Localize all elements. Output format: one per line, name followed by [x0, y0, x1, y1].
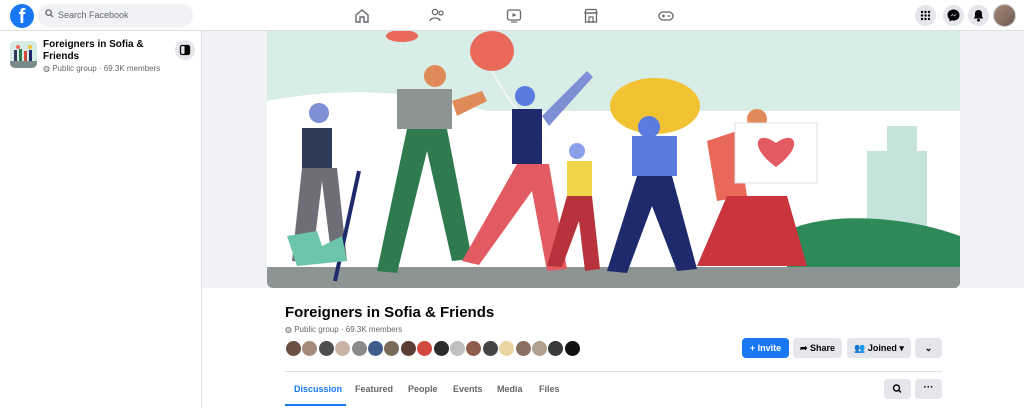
member-avatar[interactable] — [367, 340, 384, 357]
left-sidebar: Foreigners in Sofia & Friends ◍ Public g… — [0, 31, 202, 408]
joined-button[interactable]: 👥 Joined ▾ — [847, 338, 911, 358]
member-avatar[interactable] — [285, 340, 302, 357]
group-thumbnail-illustration — [10, 41, 37, 68]
notifications-button[interactable] — [968, 5, 989, 26]
member-avatar[interactable] — [399, 340, 417, 357]
member-avatar[interactable] — [317, 340, 335, 357]
panel-toggle-icon — [179, 44, 191, 56]
top-navigation-bar: f Search Facebook — [0, 0, 1024, 31]
tab-discussion[interactable]: Discussion — [294, 384, 342, 394]
share-button[interactable]: ➦ Share — [793, 338, 842, 358]
active-tab-indicator — [285, 404, 346, 406]
tab-files[interactable]: Files — [539, 384, 560, 394]
search-input[interactable]: Search Facebook — [38, 4, 193, 27]
menu-grid-button[interactable] — [915, 5, 936, 26]
marketplace-icon[interactable] — [583, 8, 599, 23]
member-avatar[interactable] — [531, 340, 548, 357]
home-icon[interactable] — [354, 8, 370, 23]
sidebar-group-meta-text: Public group · 69.3K members — [52, 64, 161, 73]
sidebar-collapse-button[interactable] — [175, 40, 195, 60]
member-avatar[interactable] — [514, 340, 532, 357]
search-icon — [45, 9, 54, 18]
member-avatar[interactable] — [481, 340, 499, 357]
messenger-button[interactable] — [943, 5, 964, 26]
joined-label: Joined — [867, 343, 897, 353]
member-avatar[interactable] — [449, 340, 466, 357]
menu-grid-icon — [920, 10, 931, 21]
account-avatar[interactable] — [993, 4, 1016, 27]
tab-people[interactable]: People — [408, 384, 438, 394]
globe-icon: ◍ — [285, 325, 292, 334]
facebook-logo[interactable]: f — [10, 4, 34, 28]
member-avatar[interactable] — [563, 340, 581, 357]
tabs-divider — [285, 371, 942, 372]
tab-media[interactable]: Media — [497, 384, 523, 394]
watch-icon[interactable] — [506, 8, 522, 23]
invite-button[interactable]: + Invite — [742, 338, 789, 358]
group-meta: ◍ Public group · 69.3K members — [285, 325, 402, 334]
group-meta-text: Public group · 69.3K members — [294, 325, 403, 334]
tab-featured[interactable]: Featured — [355, 384, 393, 394]
more-options-button[interactable]: ⌄ — [915, 338, 942, 358]
tab-events[interactable]: Events — [453, 384, 483, 394]
gaming-icon[interactable] — [658, 8, 674, 23]
search-icon — [892, 384, 902, 393]
share-label: Share — [810, 343, 836, 353]
search-placeholder: Search Facebook — [58, 10, 129, 20]
group-search-button[interactable] — [884, 379, 911, 399]
cover-illustration — [267, 31, 960, 288]
friends-icon[interactable] — [429, 8, 445, 23]
group-title: Foreigners in Sofia & Friends — [285, 304, 495, 321]
member-avatar[interactable] — [432, 340, 450, 357]
share-icon: ➦ — [799, 343, 808, 353]
group-thumbnail[interactable] — [10, 41, 37, 68]
tab-more-button[interactable]: ··· — [915, 379, 942, 399]
notifications-icon — [973, 10, 984, 22]
globe-icon: ◍ — [43, 64, 50, 73]
sidebar-group-meta: ◍ Public group · 69.3K members — [43, 64, 160, 73]
group-cover-photo[interactable] — [267, 31, 960, 288]
caret-down-icon: ▾ — [899, 343, 904, 353]
sidebar-group-name[interactable]: Foreigners in Sofia & Friends — [43, 39, 163, 63]
joined-icon: 👥 — [854, 343, 866, 353]
messenger-icon — [947, 9, 960, 22]
member-avatar[interactable] — [350, 340, 368, 357]
